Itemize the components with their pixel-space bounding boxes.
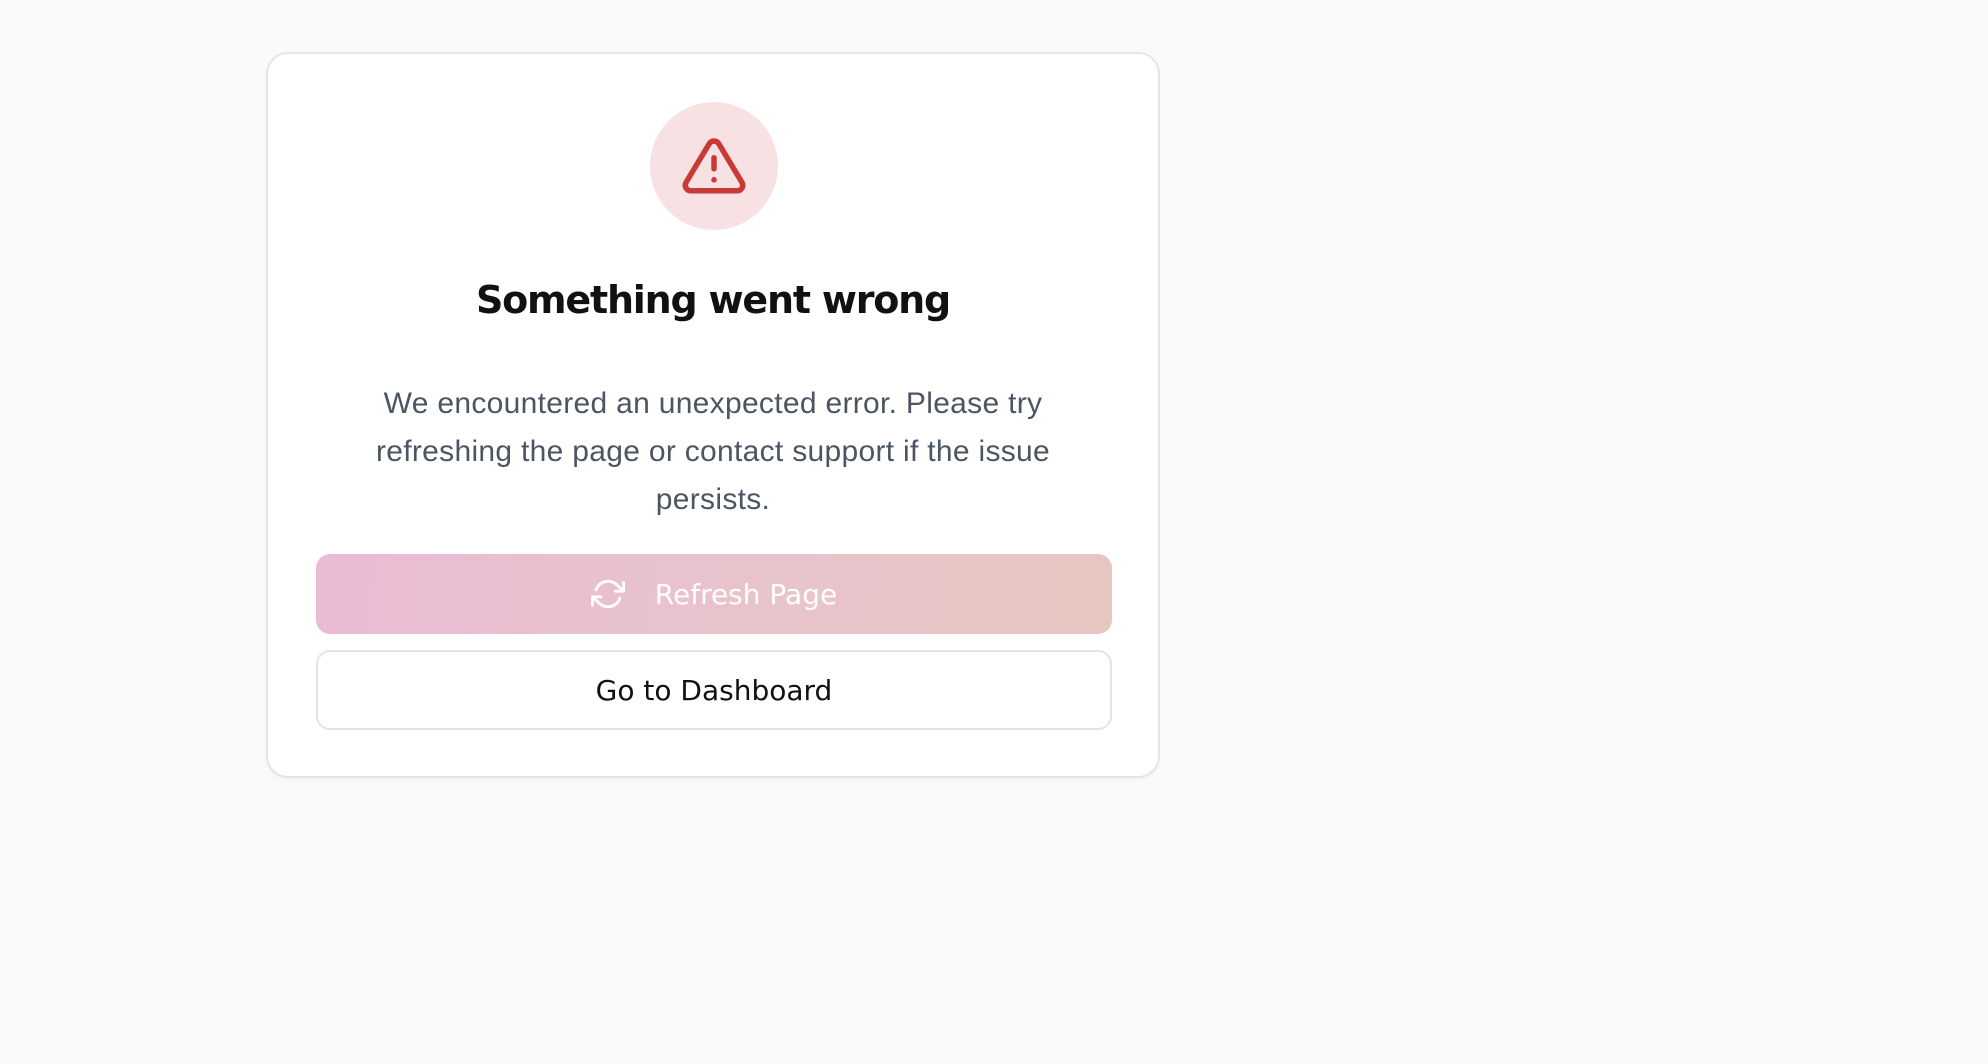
warning-icon-container — [650, 102, 778, 230]
go-to-dashboard-label: Go to Dashboard — [595, 673, 833, 707]
error-card: Something went wrong We encountered an u… — [266, 52, 1160, 778]
go-to-dashboard-button[interactable]: Go to Dashboard — [316, 650, 1112, 730]
error-title: Something went wrong — [475, 278, 951, 322]
error-message: We encountered an unexpected error. Plea… — [375, 387, 1051, 516]
refresh-page-label: Refresh Page — [654, 577, 838, 611]
refresh-icon — [590, 577, 625, 611]
refresh-page-button[interactable]: Refresh Page — [316, 554, 1112, 634]
warning-triangle-icon — [682, 138, 746, 194]
